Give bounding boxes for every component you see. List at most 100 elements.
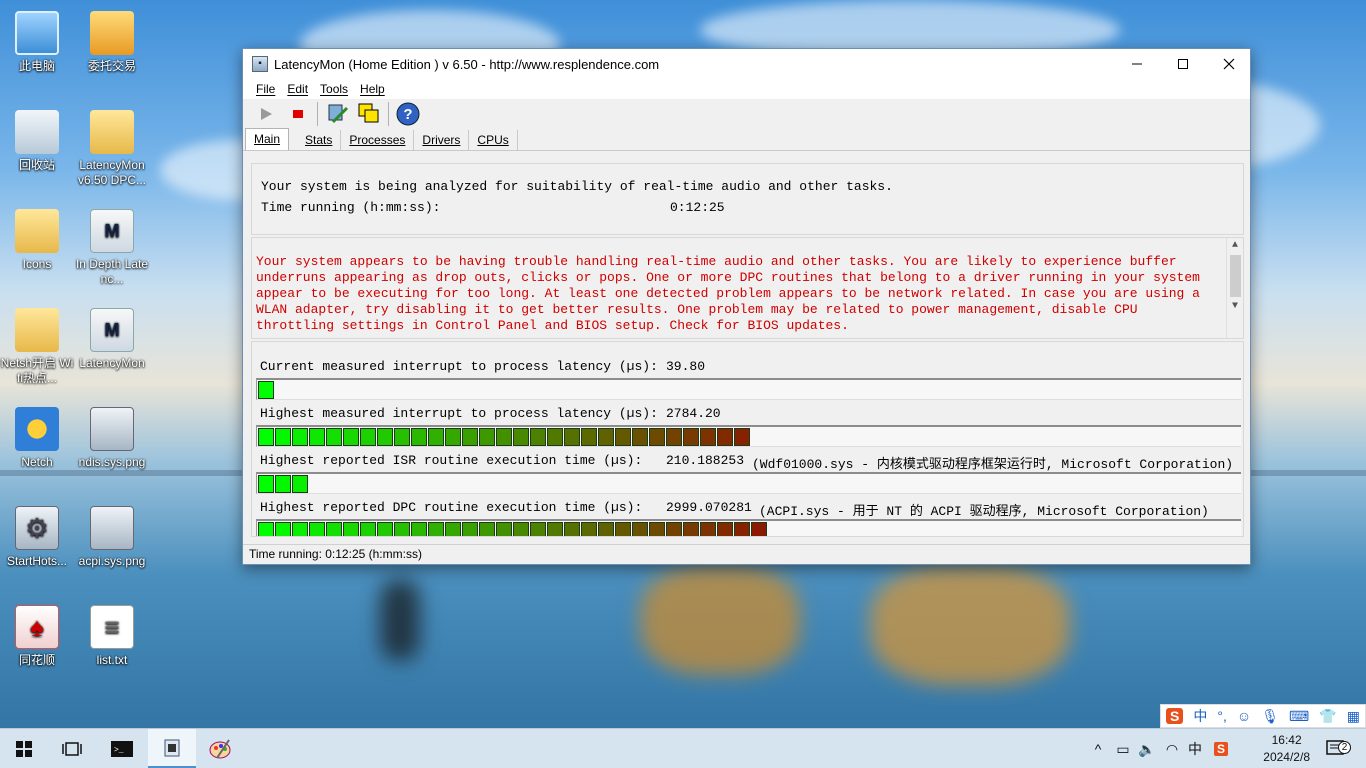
ime-mode-label[interactable]: 中 bbox=[1193, 706, 1207, 726]
latency-bar-segment bbox=[343, 522, 359, 536]
warning-text: Your system appears to be having trouble… bbox=[256, 254, 1200, 333]
image-file-icon bbox=[90, 506, 134, 550]
menu-help[interactable]: Help bbox=[360, 82, 385, 96]
desktop-icon-recycle-bin[interactable]: 回收站 bbox=[0, 104, 74, 194]
latency-bar-segment bbox=[360, 428, 376, 446]
tab-main[interactable]: Main bbox=[245, 128, 290, 150]
grid-icon[interactable]: ▦ bbox=[1347, 708, 1360, 725]
house-icon bbox=[90, 11, 134, 55]
menu-edit[interactable]: Edit bbox=[287, 82, 308, 96]
latency-bar-segment bbox=[513, 522, 529, 536]
notification-button[interactable]: 2 bbox=[1316, 729, 1356, 768]
scroll-down-icon[interactable]: ▼ bbox=[1227, 301, 1243, 312]
help-button[interactable]: ? bbox=[395, 101, 421, 127]
maximize-button[interactable] bbox=[1160, 49, 1206, 79]
sogou-tray-icon[interactable]: S bbox=[1210, 729, 1232, 768]
menu-tools[interactable]: Tools bbox=[320, 82, 348, 96]
minimize-button[interactable] bbox=[1114, 49, 1160, 79]
scroll-thumb[interactable] bbox=[1229, 255, 1241, 297]
taskbar-paint[interactable] bbox=[196, 729, 244, 768]
desktop-icon-netch[interactable]: Netch bbox=[0, 401, 74, 491]
close-icon bbox=[1223, 58, 1235, 70]
windows-button[interactable] bbox=[356, 101, 382, 127]
ime-toolbar[interactable]: S 中 °, ☺ 🎙 ⌨ 👕 ▦ bbox=[1160, 704, 1366, 728]
latencymon-icon bbox=[164, 739, 180, 756]
tab-stats[interactable]: Stats bbox=[297, 130, 342, 150]
desktop-icon-icons-folder[interactable]: Icons bbox=[0, 203, 74, 293]
latency-bar-segment bbox=[598, 428, 614, 446]
computer-icon bbox=[15, 11, 59, 55]
latency-bar-segment bbox=[309, 522, 325, 536]
tab-processes[interactable]: Processes bbox=[341, 130, 415, 150]
start-button[interactable] bbox=[0, 729, 48, 768]
latency-bar-segment bbox=[258, 381, 274, 399]
latency-bar-segment bbox=[309, 428, 325, 446]
latency-bar-segment bbox=[615, 522, 631, 536]
tab-cpus[interactable]: CPUs bbox=[469, 130, 518, 150]
latency-bar-segment bbox=[581, 428, 597, 446]
svg-text:?: ? bbox=[403, 106, 412, 123]
metric-label: Highest reported DPC routine execution t… bbox=[260, 500, 643, 515]
latency-bar-segment bbox=[564, 428, 580, 446]
desktop-icon-ndis-png[interactable]: ndis.sys.png bbox=[75, 401, 149, 491]
tab-drivers[interactable]: Drivers bbox=[414, 130, 470, 150]
keyboard-icon[interactable]: ⌨ bbox=[1289, 708, 1309, 725]
taskbar-latencymon[interactable] bbox=[148, 729, 196, 768]
latency-bar-segment bbox=[530, 522, 546, 536]
stop-button[interactable] bbox=[285, 101, 311, 127]
desktop-icon-list-txt[interactable]: ≡ list.txt bbox=[75, 599, 149, 689]
latency-bar-segment bbox=[292, 522, 308, 536]
close-button[interactable] bbox=[1206, 49, 1252, 79]
latency-bar-segment bbox=[649, 522, 665, 536]
paint-palette-icon bbox=[209, 739, 231, 759]
desktop-icon-in-depth-latency[interactable]: M In Depth Latenc... bbox=[75, 203, 149, 293]
drivers-button[interactable] bbox=[324, 101, 350, 127]
latency-bar-segment bbox=[751, 522, 767, 536]
app-icon: ▪ bbox=[252, 56, 268, 72]
latency-bar-segment bbox=[326, 522, 342, 536]
gear-file-icon: ⚙ bbox=[15, 506, 59, 550]
volume-icon[interactable]: 🔈 bbox=[1136, 729, 1158, 768]
playing-cards-icon: ♠ bbox=[15, 605, 59, 649]
clock[interactable]: 16:42 2024/2/8 bbox=[1263, 732, 1310, 766]
windows-logo-icon bbox=[16, 741, 32, 757]
start-button[interactable] bbox=[253, 101, 279, 127]
punctuation-icon[interactable]: °, bbox=[1217, 708, 1227, 724]
desktop-icon-trading[interactable]: 委托交易 bbox=[75, 5, 149, 95]
latency-bar-segment bbox=[564, 522, 580, 536]
desktop-icon-tonghuashun[interactable]: ♠ 同花顺 bbox=[0, 599, 74, 689]
emoji-icon[interactable]: ☺ bbox=[1237, 708, 1251, 724]
latency-bar-segment bbox=[547, 522, 563, 536]
warning-scrollbar[interactable]: ▲ ▼ bbox=[1226, 238, 1243, 338]
microphone-icon[interactable]: 🎙 bbox=[1261, 708, 1279, 725]
desktop-icon-latencymon[interactable]: M LatencyMon bbox=[75, 302, 149, 392]
sogou-icon[interactable]: S bbox=[1166, 708, 1184, 724]
taskbar-terminal[interactable]: >_ bbox=[98, 729, 146, 768]
skin-icon[interactable]: 👕 bbox=[1319, 708, 1336, 725]
latency-bar-segment bbox=[479, 522, 495, 536]
maximize-icon bbox=[1178, 59, 1188, 69]
notification-count: 2 bbox=[1338, 741, 1351, 754]
tab-bar: Main Stats Processes Drivers CPUs bbox=[243, 128, 1250, 151]
latency-bar-segment bbox=[445, 522, 461, 536]
metric-label: Current measured interrupt to process la… bbox=[260, 359, 658, 374]
desktop-icon-starthots[interactable]: ⚙ StartHots... bbox=[0, 500, 74, 590]
menu-file[interactable]: File bbox=[256, 82, 275, 96]
metric-label: Highest reported ISR routine execution t… bbox=[260, 453, 643, 468]
clock-time: 16:42 bbox=[1271, 733, 1302, 747]
metric-bar bbox=[256, 425, 1241, 447]
desktop-icon-latencymon-folder[interactable]: LatencyMon v6.50 DPC... bbox=[75, 104, 149, 194]
latency-bar-segment bbox=[615, 428, 631, 446]
battery-icon[interactable]: ▭ bbox=[1112, 729, 1134, 768]
desktop-icon-acpi-png[interactable]: acpi.sys.png bbox=[75, 500, 149, 590]
wifi-icon[interactable]: ◠ bbox=[1160, 729, 1184, 768]
title-bar[interactable]: ▪ LatencyMon (Home Edition ) v 6.50 - ht… bbox=[243, 49, 1250, 79]
ime-tray-label[interactable]: 中 bbox=[1184, 729, 1206, 768]
folder-icon bbox=[15, 308, 59, 352]
task-view-button[interactable] bbox=[48, 729, 96, 768]
tray-chevron-up-icon[interactable]: ^ bbox=[1088, 729, 1108, 768]
desktop-icon-netsh-wifi[interactable]: Netsh开启 Wifi热点... bbox=[0, 302, 74, 392]
scroll-up-icon[interactable]: ▲ bbox=[1227, 240, 1243, 251]
desktop-icon-this-pc[interactable]: 此电脑 bbox=[0, 5, 74, 95]
windows-icon bbox=[358, 103, 379, 123]
